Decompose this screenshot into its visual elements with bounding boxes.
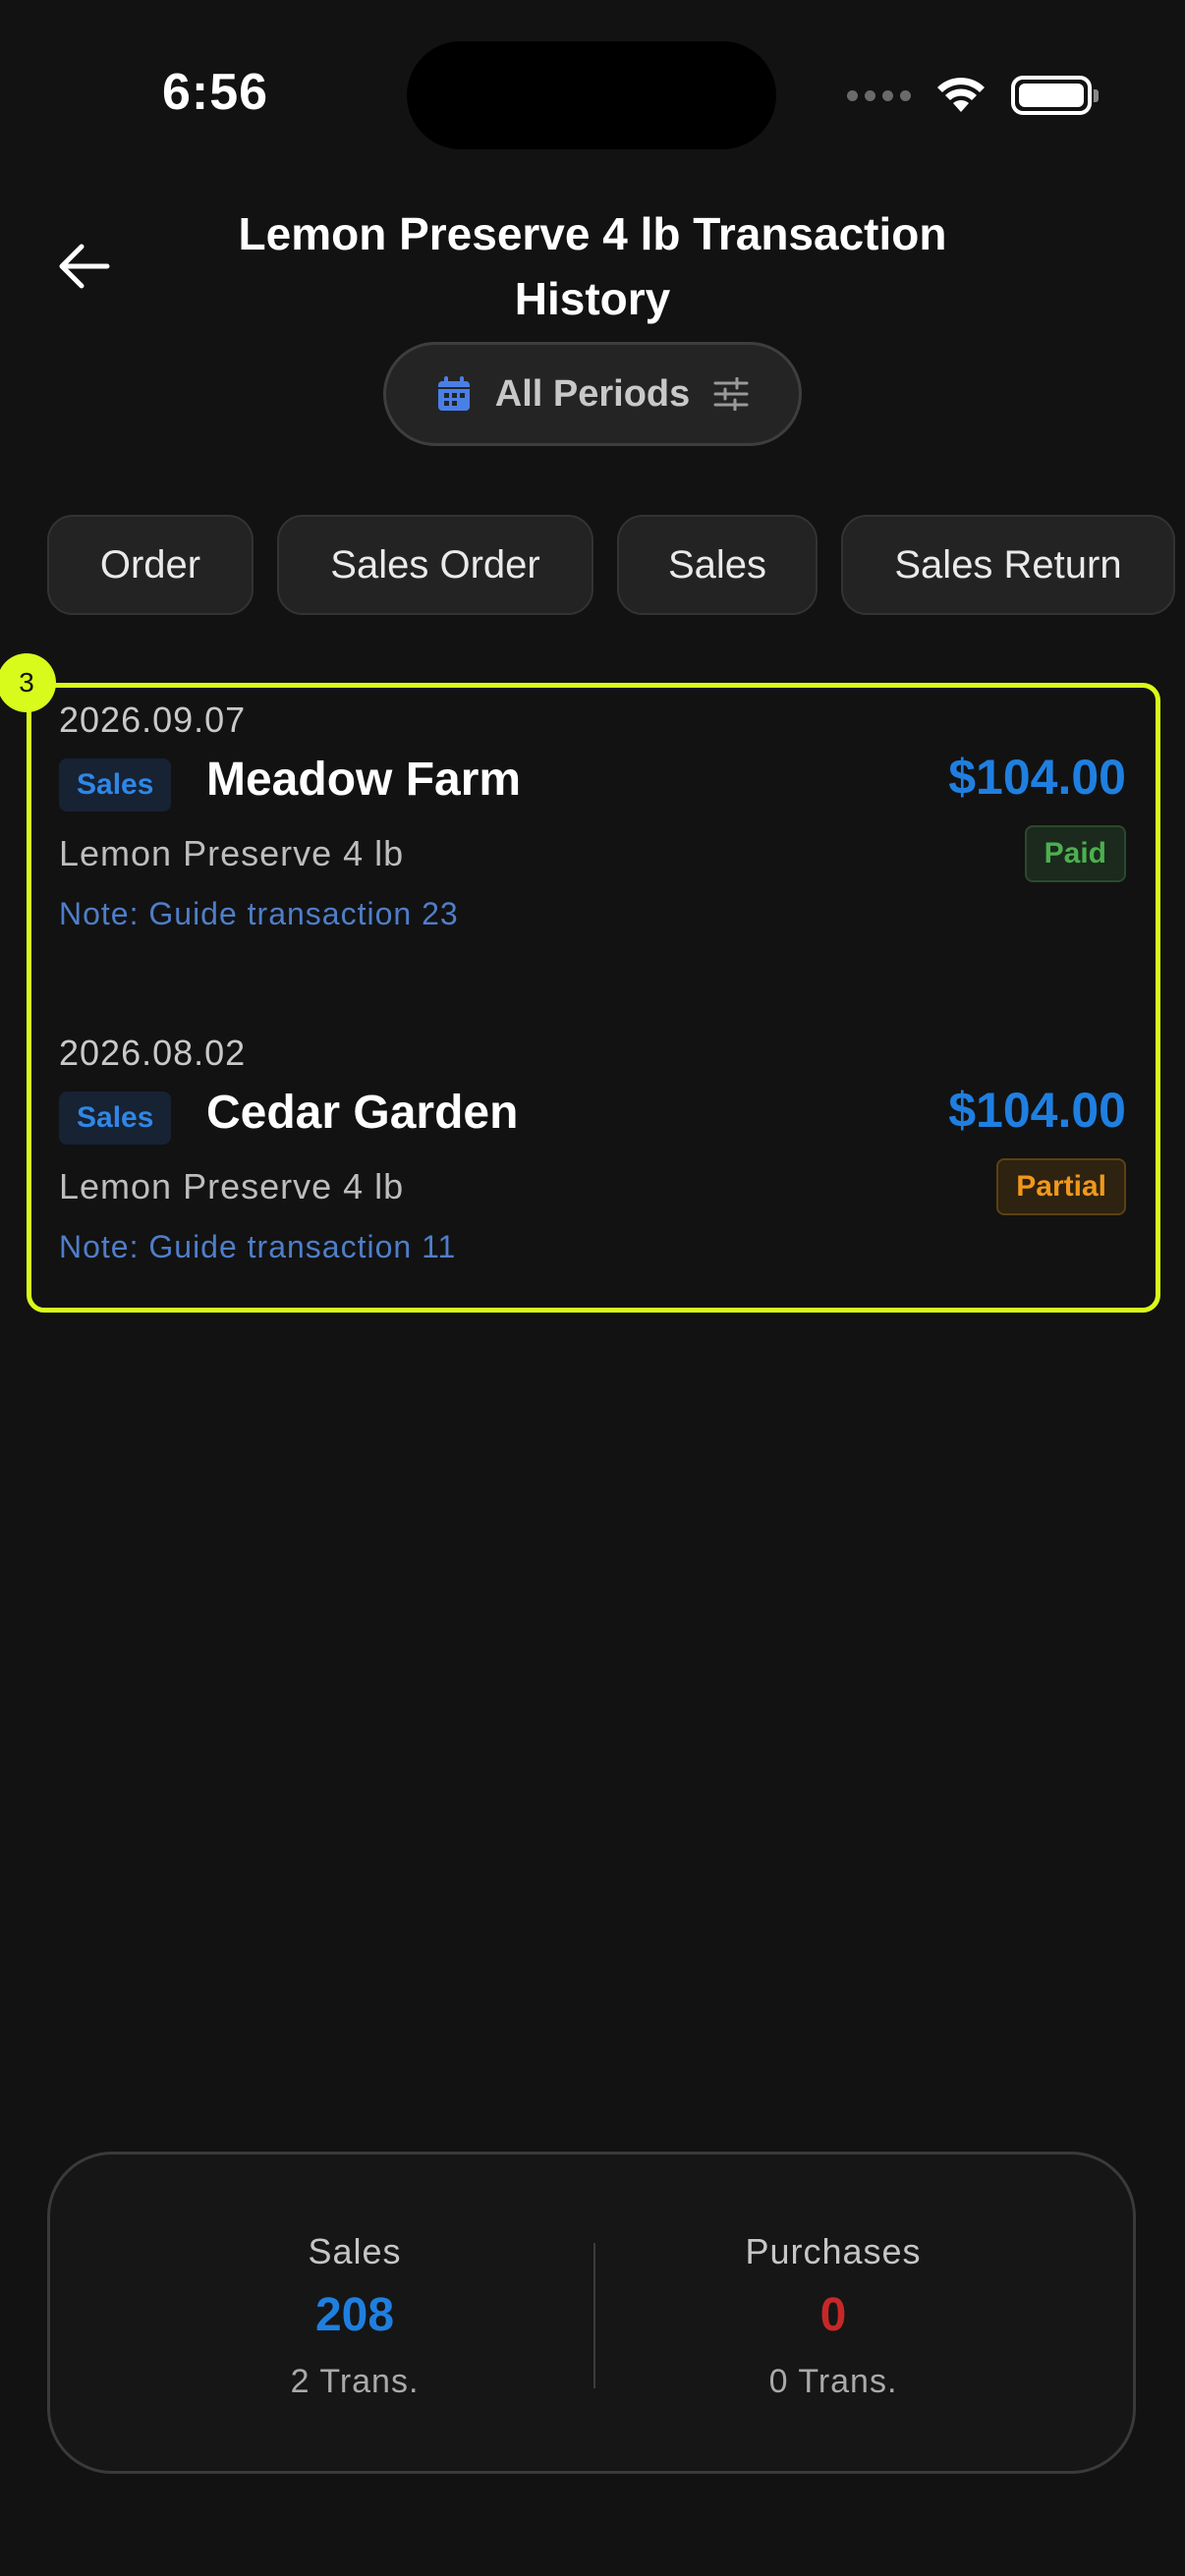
purchases-summary-value: 0	[819, 2289, 847, 2341]
battery-icon	[1011, 76, 1099, 115]
purchases-summary-label: Purchases	[745, 2231, 922, 2271]
list-item[interactable]: 2026.09.07 Sales Meadow Farm $104.00 Lem…	[59, 700, 1126, 955]
chip-order[interactable]: Order	[47, 515, 254, 615]
list-item[interactable]: 2026.08.02 Sales Cedar Garden $104.00 Le…	[59, 1033, 1126, 1288]
calendar-icon	[437, 376, 470, 411]
transaction-type-badge: Sales	[59, 1092, 172, 1145]
transaction-amount: $104.00	[948, 750, 1126, 805]
sales-summary-value: 208	[314, 2289, 395, 2341]
purchases-summary-count: 0 Trans.	[768, 2363, 898, 2400]
product-name: Lemon Preserve 4 lb	[59, 1166, 405, 1206]
chip-sales-return[interactable]: Sales Return	[841, 515, 1175, 615]
transaction-type-badge: Sales	[59, 758, 172, 812]
status-badge: Partial	[996, 1158, 1126, 1215]
transaction-note: Note: Guide transaction 11	[59, 1229, 457, 1264]
customer-name: Meadow Farm	[206, 754, 522, 806]
status-badge: Paid	[1024, 825, 1126, 882]
filter-chips: Order Sales Order Sales Sales Return	[47, 515, 1175, 615]
transaction-date: 2026.08.02	[59, 1033, 247, 1073]
purchases-summary: Purchases 0 0 Trans.	[597, 2155, 1069, 2471]
arrow-left-icon	[59, 244, 110, 289]
chip-sales-order[interactable]: Sales Order	[277, 515, 593, 615]
product-name: Lemon Preserve 4 lb	[59, 833, 405, 873]
summary-divider	[593, 2243, 595, 2388]
status-icons	[847, 71, 1099, 120]
dynamic-island	[407, 41, 776, 149]
status-time: 6:56	[162, 64, 269, 121]
signal-icon	[847, 89, 911, 101]
period-filter-button[interactable]: All Periods	[383, 342, 802, 446]
summary-card: Sales 208 2 Trans. Purchases 0 0 Trans.	[47, 2152, 1136, 2474]
sales-summary-count: 2 Trans.	[290, 2363, 420, 2400]
sliders-icon	[713, 377, 749, 411]
back-button[interactable]	[49, 232, 118, 301]
screen: 6:56 Lemon Preserve 4 lb Transaction His…	[0, 0, 1185, 2576]
transaction-note: Note: Guide transaction 23	[59, 896, 459, 931]
transaction-amount: $104.00	[948, 1083, 1126, 1138]
transaction-date: 2026.09.07	[59, 700, 247, 740]
page-title: Lemon Preserve 4 lb Transaction History	[238, 208, 947, 324]
customer-name: Cedar Garden	[206, 1087, 519, 1139]
wifi-icon	[937, 78, 985, 112]
period-filter-label: All Periods	[494, 372, 691, 415]
sales-summary-label: Sales	[308, 2231, 402, 2271]
chip-sales[interactable]: Sales	[617, 515, 818, 615]
sales-summary: Sales 208 2 Trans.	[119, 2155, 591, 2471]
